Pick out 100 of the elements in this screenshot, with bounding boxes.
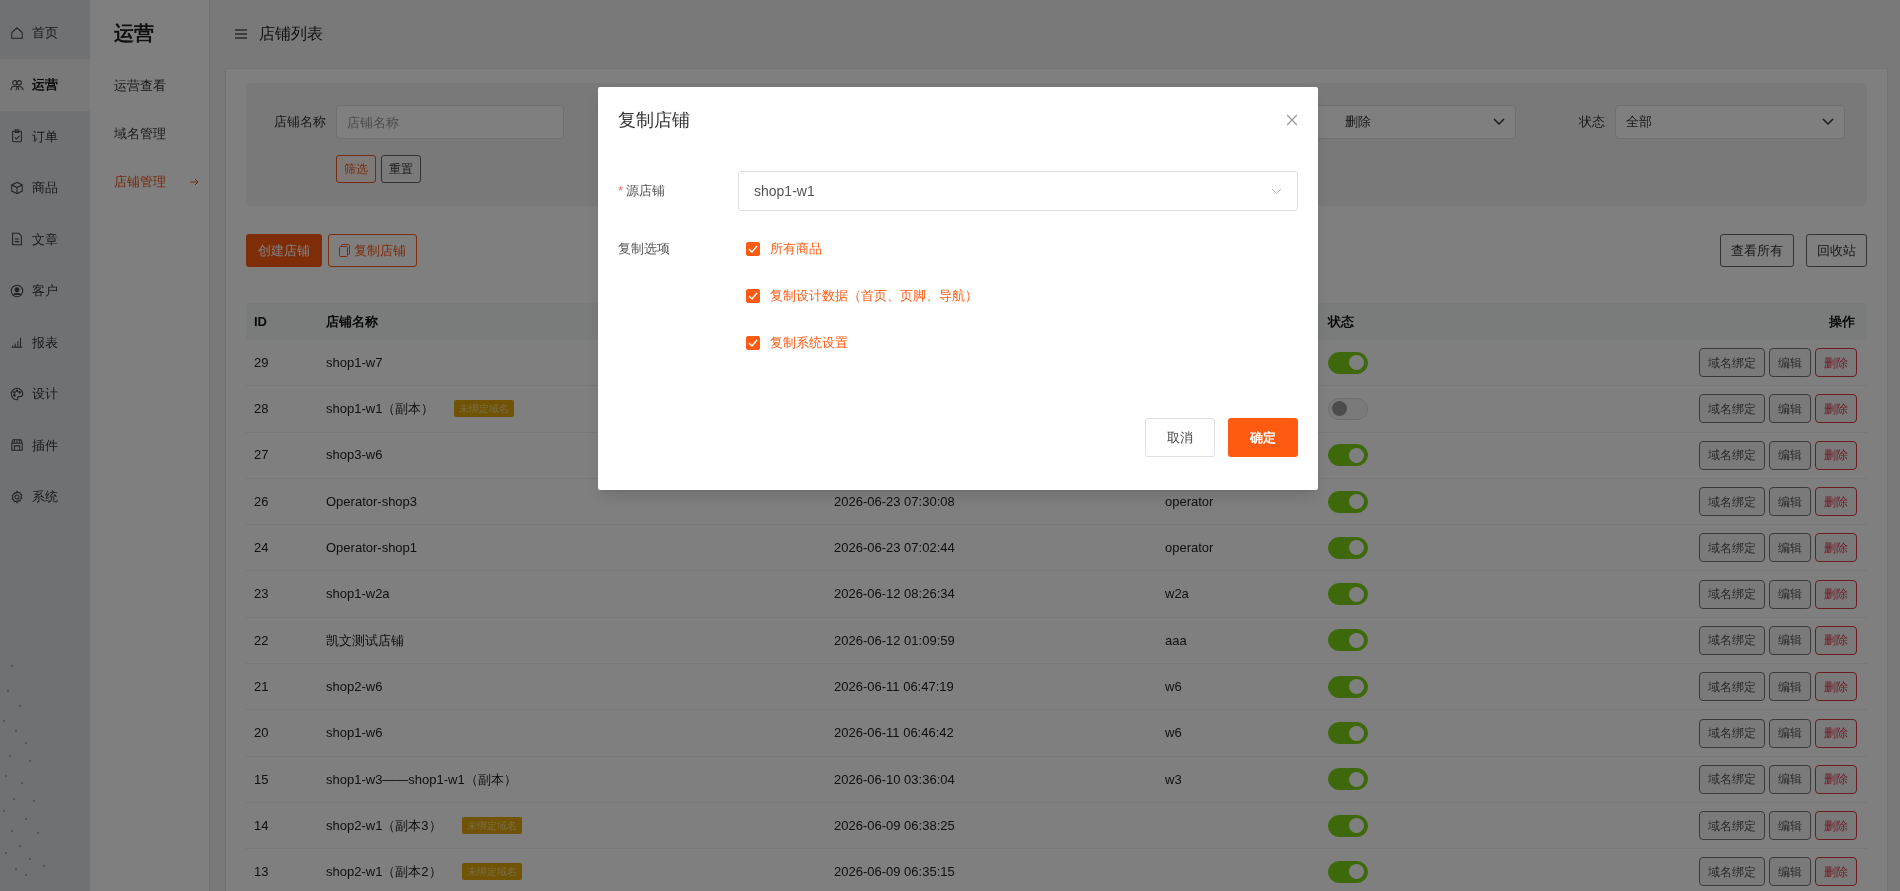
submenu-item[interactable]: 店铺管理 — [114, 158, 209, 206]
edit-button[interactable]: 编辑 — [1769, 857, 1811, 887]
cancel-button[interactable]: 取消 — [1145, 418, 1215, 457]
bind-domain-button[interactable]: 域名绑定 — [1699, 764, 1765, 794]
select-field[interactable]: 全部 — [1615, 105, 1845, 139]
dialog-title: 复制店铺 — [618, 108, 690, 132]
checkbox-option[interactable]: 复制系统设置 — [746, 335, 978, 351]
users-icon — [10, 77, 24, 92]
checkbox-option[interactable]: 复制设计数据（首页、页脚、导航） — [746, 288, 978, 304]
create-store-button[interactable]: 创建店铺 — [246, 234, 322, 267]
arrow-right-icon — [190, 178, 199, 186]
checkbox-option[interactable]: 所有商品 — [746, 241, 978, 257]
edit-button[interactable]: 编辑 — [1769, 672, 1811, 702]
edit-button[interactable]: 编辑 — [1769, 625, 1811, 655]
toggle-switch[interactable] — [1328, 583, 1368, 606]
delete-button[interactable]: 删除 — [1815, 394, 1857, 424]
delete-button[interactable]: 删除 — [1815, 718, 1857, 748]
edit-button[interactable]: 编辑 — [1769, 440, 1811, 470]
toggle-switch[interactable] — [1328, 675, 1368, 698]
nav-item[interactable]: 插件 — [0, 419, 90, 471]
filter-button[interactable]: 筛选 — [336, 155, 376, 183]
toggle-switch[interactable] — [1328, 536, 1368, 559]
table-cell-text: 22 — [254, 631, 270, 650]
nav-item[interactable]: 设计 — [0, 368, 90, 420]
required-mark: * — [618, 183, 624, 199]
submenu-item[interactable]: 域名管理 — [114, 110, 209, 158]
column-header: ID — [254, 312, 268, 331]
toolbar-button[interactable]: 查看所有 — [1720, 234, 1794, 267]
table-cell-text: 凯文测试店铺 — [326, 631, 404, 650]
delete-button[interactable]: 删除 — [1815, 533, 1857, 563]
toggle-switch[interactable] — [1328, 768, 1368, 791]
bind-domain-button[interactable]: 域名绑定 — [1699, 348, 1765, 378]
delete-button[interactable]: 删除 — [1815, 672, 1857, 702]
edit-button[interactable]: 编辑 — [1769, 348, 1811, 378]
nav-item[interactable]: 文章 — [0, 213, 90, 265]
table-cell-text: shop1-w7 — [326, 353, 383, 372]
delete-button[interactable]: 删除 — [1815, 811, 1857, 841]
table-cell-text: w3 — [1165, 770, 1183, 789]
home-icon — [10, 26, 24, 40]
bind-domain-button[interactable]: 域名绑定 — [1699, 579, 1765, 609]
table-cell-text: aaa — [1165, 631, 1188, 650]
delete-button[interactable]: 删除 — [1815, 440, 1857, 470]
toggle-switch[interactable] — [1328, 444, 1368, 467]
toggle-switch[interactable] — [1328, 629, 1368, 652]
bind-domain-button[interactable]: 域名绑定 — [1699, 394, 1765, 424]
close-icon[interactable] — [1286, 114, 1298, 126]
reset-button[interactable]: 重置 — [381, 155, 421, 183]
nav-item[interactable]: 首页 — [0, 7, 90, 59]
bind-domain-button[interactable]: 域名绑定 — [1699, 625, 1765, 655]
copy-icon — [339, 244, 350, 257]
table-cell-text: operator — [1165, 539, 1215, 558]
edit-button[interactable]: 编辑 — [1769, 487, 1811, 517]
delete-button[interactable]: 删除 — [1815, 625, 1857, 655]
bind-domain-button[interactable]: 域名绑定 — [1699, 487, 1765, 517]
delete-button[interactable]: 删除 — [1815, 579, 1857, 609]
table-cell-text: 24 — [254, 539, 270, 558]
table-cell-text: shop1-w2a — [326, 585, 390, 604]
checkbox[interactable] — [746, 336, 760, 350]
table-cell-text: w6 — [1165, 677, 1183, 696]
column-header: 状态 — [1328, 312, 1355, 331]
table-cell-text: shop2-w1（副本3） — [326, 816, 442, 835]
delete-button[interactable]: 删除 — [1815, 348, 1857, 378]
submenu-item[interactable]: 运营查看 — [114, 62, 209, 110]
toolbar-button[interactable]: 回收站 — [1806, 234, 1867, 267]
confirm-button[interactable]: 确定 — [1228, 418, 1298, 457]
nav-item[interactable]: 报表 — [0, 316, 90, 368]
bind-domain-button[interactable]: 域名绑定 — [1699, 533, 1765, 563]
store-icon — [10, 438, 24, 453]
bind-domain-button[interactable]: 域名绑定 — [1699, 440, 1765, 470]
menu-icon[interactable] — [235, 29, 247, 39]
edit-button[interactable]: 编辑 — [1769, 394, 1811, 424]
edit-button[interactable]: 编辑 — [1769, 764, 1811, 794]
table-cell-text: 2026-06-23 07:30:08 — [834, 492, 956, 511]
bind-domain-button[interactable]: 域名绑定 — [1699, 857, 1765, 887]
edit-button[interactable]: 编辑 — [1769, 579, 1811, 609]
checkbox[interactable] — [746, 242, 760, 256]
nav-item[interactable]: 运营 — [0, 59, 90, 111]
edit-button[interactable]: 编辑 — [1769, 533, 1811, 563]
source-store-select[interactable]: shop1-w1 — [738, 171, 1298, 211]
toggle-switch[interactable] — [1328, 814, 1368, 837]
toggle-switch[interactable] — [1328, 860, 1368, 883]
nav-item[interactable]: 客户 — [0, 265, 90, 317]
toggle-switch[interactable] — [1328, 351, 1368, 374]
table-cell-text: 2026-06-12 08:26:34 — [834, 585, 956, 604]
edit-button[interactable]: 编辑 — [1769, 718, 1811, 748]
bind-domain-button[interactable]: 域名绑定 — [1699, 811, 1765, 841]
delete-button[interactable]: 删除 — [1815, 487, 1857, 517]
toggle-switch[interactable] — [1328, 490, 1368, 513]
nav-item[interactable]: 商品 — [0, 162, 90, 214]
edit-button[interactable]: 编辑 — [1769, 811, 1811, 841]
delete-button[interactable]: 删除 — [1815, 857, 1857, 887]
bind-domain-button[interactable]: 域名绑定 — [1699, 672, 1765, 702]
copy-store-button[interactable]: 复制店铺 — [328, 234, 417, 267]
table-cell-text: shop2-w6 — [326, 677, 383, 696]
toggle-switch[interactable] — [1328, 722, 1368, 744]
delete-button[interactable]: 删除 — [1815, 764, 1857, 794]
bind-domain-button[interactable]: 域名绑定 — [1699, 718, 1765, 748]
nav-item[interactable]: 系统 — [0, 471, 90, 523]
checkbox[interactable] — [746, 289, 760, 303]
toggle-switch[interactable] — [1328, 397, 1368, 420]
